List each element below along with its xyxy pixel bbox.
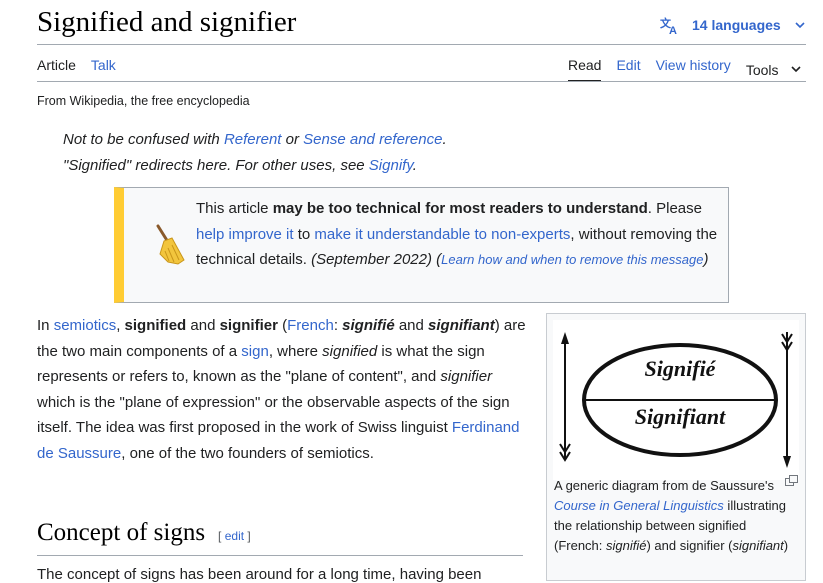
hatnote-text: .	[412, 157, 417, 174]
notice-date: (September 2022)	[311, 251, 432, 268]
section-edit: [ edit ]	[218, 529, 251, 543]
bold-italic-term: signifiant	[428, 317, 495, 334]
translate-icon: 文 A	[660, 16, 677, 35]
caption-text: ) and signifier (	[646, 538, 733, 553]
tabs-divider	[37, 81, 806, 82]
page-title: Signified and signifier	[37, 6, 297, 38]
tools-menu-button[interactable]: Tools	[746, 57, 801, 82]
chevron-down-icon	[790, 66, 801, 73]
svg-text:A: A	[669, 25, 677, 35]
caption-text: )	[783, 538, 789, 553]
saussure-diagram-image[interactable]: Signifié Signifiant	[553, 320, 799, 480]
french-link[interactable]: French	[287, 317, 334, 334]
diagram-label-signifiant: Signifiant	[635, 404, 726, 429]
remove-message-link[interactable]: Learn how and when to remove this messag…	[441, 252, 703, 267]
diagram-label-signifie: Signifié	[645, 356, 717, 381]
sense-and-reference-link[interactable]: Sense and reference	[303, 131, 442, 148]
caption-link-text: Course in General Linguistics	[554, 498, 724, 513]
figure-box: Signifié Signifiant A generic diagram fr…	[546, 313, 806, 581]
tab-article[interactable]: Article	[37, 57, 76, 79]
section-paragraph: The concept of signs has been around for…	[37, 566, 482, 583]
tools-label: Tools	[745, 61, 779, 78]
tab-talk[interactable]: Talk	[91, 57, 116, 79]
notice-text-part: to	[293, 225, 315, 243]
tab-read[interactable]: Read	[568, 57, 602, 82]
text: (	[277, 317, 288, 334]
text: ,	[116, 317, 125, 334]
chevron-down-icon	[795, 21, 805, 28]
referent-link[interactable]: Referent	[224, 131, 282, 148]
notice-text-part: (	[431, 251, 442, 268]
site-tagline: From Wikipedia, the free encyclopedia	[37, 94, 250, 108]
namespace-tabs: Article Talk	[37, 57, 131, 79]
semiotics-link[interactable]: semiotics	[54, 317, 117, 334]
title-divider	[37, 44, 806, 45]
view-tabs: Read Edit View history Tools	[568, 57, 801, 82]
hatnote-redirect: "Signified" redirects here. For other us…	[63, 157, 417, 174]
hatnote-confused: Not to be confused with Referent or Sens…	[63, 131, 447, 148]
languages-label: 14 languages	[692, 17, 781, 33]
hatnote-text: Not to be confused with	[63, 131, 224, 148]
help-improve-link[interactable]: help improve it	[196, 226, 294, 243]
make-understandable-link[interactable]: make it understandable to non-experts	[314, 226, 570, 243]
language-selector-button[interactable]: 文 A 14 languages	[660, 15, 805, 35]
edit-section-link[interactable]: edit	[225, 529, 244, 543]
hatnote-text: "Signified" redirects here. For other us…	[63, 157, 369, 174]
hatnote-text: .	[442, 131, 447, 148]
bold-italic-term: signifié	[342, 317, 395, 334]
notice-text: This article may be too technical for mo…	[196, 196, 726, 273]
bracket: ]	[244, 529, 251, 543]
text: , one of the two founders of semiotics.	[121, 444, 374, 462]
figure-caption: A generic diagram from de Saussure's Cou…	[554, 476, 794, 556]
bracket: [	[218, 529, 225, 543]
text: :	[333, 317, 343, 334]
caption-text: A generic diagram from de Saussure's	[554, 478, 774, 493]
intro-paragraph: In semiotics, signified and signifier (F…	[37, 313, 527, 466]
text: and	[186, 317, 220, 334]
course-in-general-linguistics-link[interactable]: Course in General Linguistics	[554, 498, 724, 513]
notice-text-part: This article	[196, 200, 273, 217]
bold-term: signifier	[219, 317, 278, 334]
section-divider	[37, 555, 523, 556]
broom-icon	[156, 224, 185, 265]
tab-edit[interactable]: Edit	[616, 57, 640, 82]
tab-view-history[interactable]: View history	[656, 57, 731, 82]
italic-term: signifier	[440, 368, 493, 385]
notice-bold: may be too technical for most readers to…	[272, 200, 648, 217]
text: In	[37, 317, 54, 334]
text: , where	[268, 342, 323, 360]
italic-term: signified	[322, 342, 378, 360]
text: and	[394, 317, 429, 334]
signify-link[interactable]: Signify	[369, 157, 413, 174]
caption-italic: signifié	[606, 538, 647, 553]
bold-term: signified	[124, 317, 187, 334]
caption-italic: signifiant	[732, 538, 784, 553]
section-heading-text: Concept of signs	[37, 519, 206, 546]
diagram-svg: Signifié Signifiant	[559, 332, 793, 468]
text: which is the "plane of expression" or th…	[37, 393, 510, 437]
technical-notice-box: This article may be too technical for mo…	[114, 187, 729, 303]
hatnote-text: or	[281, 131, 304, 148]
sign-link[interactable]: sign	[241, 343, 269, 360]
section-heading-concept-of-signs: Concept of signs [ edit ]	[37, 519, 251, 547]
notice-text-part: . Please	[647, 200, 702, 217]
notice-text-part: )	[703, 251, 709, 268]
